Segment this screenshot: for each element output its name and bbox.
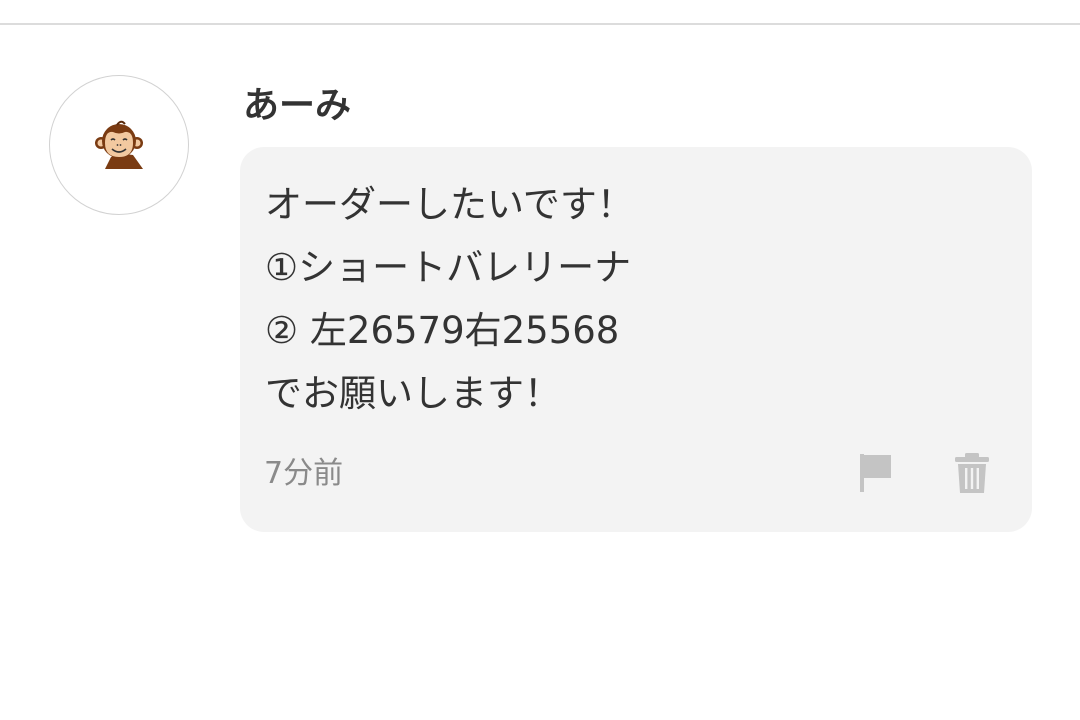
user-avatar[interactable] — [49, 75, 189, 215]
message-line: ①ショートバレリーナ — [265, 246, 632, 289]
post-timestamp: 7分前 — [264, 456, 344, 491]
monkey-avatar-icon — [95, 120, 143, 169]
top-divider — [0, 23, 1080, 25]
message-line: オーダーしたいです！ — [265, 183, 634, 226]
message-line: ② 左26579右25568 — [265, 309, 620, 352]
delete-button[interactable] — [948, 449, 996, 497]
post-username: あーみ — [243, 85, 352, 126]
message-line: でお願いします！ — [265, 372, 561, 415]
trash-icon — [955, 453, 989, 493]
message-text: オーダーしたいです！ ①ショートバレリーナ ② 左26579右25568 でお願… — [265, 173, 634, 425]
flag-icon — [860, 454, 891, 492]
message-bubble: オーダーしたいです！ ①ショートバレリーナ ② 左26579右25568 でお願… — [240, 147, 1032, 532]
report-button[interactable] — [852, 449, 900, 497]
